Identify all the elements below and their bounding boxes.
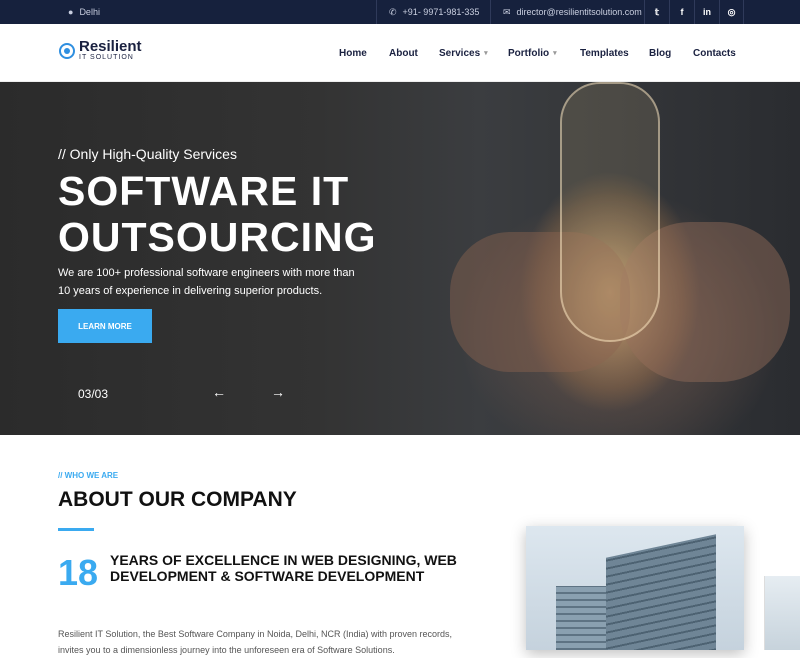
logo-tagline: IT SOLUTION bbox=[79, 54, 134, 61]
map-pin-icon: ● bbox=[68, 7, 74, 17]
bulb-logo-icon bbox=[59, 43, 75, 59]
chevron-down-icon: ▾ bbox=[553, 50, 557, 57]
nav-services[interactable]: Services ▾ bbox=[439, 24, 488, 82]
about-paragraph: Resilient IT Solution, the Best Software… bbox=[58, 629, 453, 655]
next-slide-arrow-icon[interactable]: → bbox=[271, 384, 285, 400]
nav-portfolio[interactable]: Portfolio ▾ bbox=[508, 24, 557, 82]
hero-title-line: SOFTWARE IT bbox=[58, 168, 350, 214]
nav-about[interactable]: About bbox=[389, 24, 418, 82]
hero-slider: // Only High-Quality Services SOFTWARE I… bbox=[0, 82, 800, 435]
hero-title: SOFTWARE IT OUTSOURCING bbox=[58, 168, 478, 260]
nav-blog[interactable]: Blog bbox=[649, 24, 671, 82]
linkedin-icon[interactable]: in bbox=[694, 0, 719, 24]
nav-services-label: Services bbox=[439, 47, 481, 59]
nav-templates[interactable]: Templates bbox=[580, 24, 629, 82]
phone-icon: ✆ bbox=[389, 6, 397, 17]
learn-more-button[interactable]: LEARN MORE bbox=[58, 309, 152, 343]
hero-image-bulb bbox=[560, 82, 660, 342]
section-kicker: // WHO WE ARE bbox=[58, 471, 119, 480]
hero-description: We are 100+ professional software engine… bbox=[58, 267, 355, 297]
phone-link[interactable]: ✆ +91- 9971-981-335 bbox=[376, 0, 479, 24]
slide-counter: 03/03 bbox=[78, 387, 109, 401]
building-shape bbox=[606, 534, 716, 650]
office-building-image bbox=[526, 526, 744, 650]
nav-portfolio-label: Portfolio bbox=[508, 47, 550, 59]
nav-home[interactable]: Home bbox=[339, 24, 367, 82]
top-bar: ● Delhi ✆ +91- 9971-981-335 ✉ director@r… bbox=[0, 0, 800, 24]
nav-contacts[interactable]: Contacts bbox=[693, 24, 736, 82]
email-text: director@resilientitsolution.com bbox=[516, 7, 642, 17]
mail-icon: ✉ bbox=[503, 6, 511, 17]
prev-slide-arrow-icon[interactable]: ← bbox=[212, 384, 226, 400]
logo-name: Resilient bbox=[79, 38, 142, 55]
instagram-icon[interactable]: ◎ bbox=[719, 0, 744, 24]
title-underline bbox=[58, 528, 94, 531]
chevron-down-icon: ▾ bbox=[484, 50, 488, 57]
hero-title-line: OUTSOURCING bbox=[58, 214, 377, 260]
years-text: YEARS OF EXCELLENCE IN WEB DESIGNING, WE… bbox=[110, 552, 457, 584]
site-logo[interactable]: Resilient IT SOLUTION bbox=[59, 38, 142, 62]
section-title: ABOUT OUR COMPANY bbox=[58, 488, 297, 511]
main-navigation: Resilient IT SOLUTION Home About Service… bbox=[0, 24, 800, 82]
email-link[interactable]: ✉ director@resilientitsolution.com bbox=[490, 0, 642, 24]
phone-text: +91- 9971-981-335 bbox=[402, 7, 480, 17]
location-info: ● Delhi bbox=[68, 0, 100, 24]
hero-kicker: // Only High-Quality Services bbox=[58, 146, 237, 162]
office-building-image-secondary bbox=[764, 576, 800, 650]
twitter-icon[interactable]: 𝕥 bbox=[644, 0, 669, 24]
facebook-icon[interactable]: f bbox=[669, 0, 694, 24]
location-text: Delhi bbox=[79, 7, 100, 17]
years-number: 18 bbox=[58, 552, 99, 593]
